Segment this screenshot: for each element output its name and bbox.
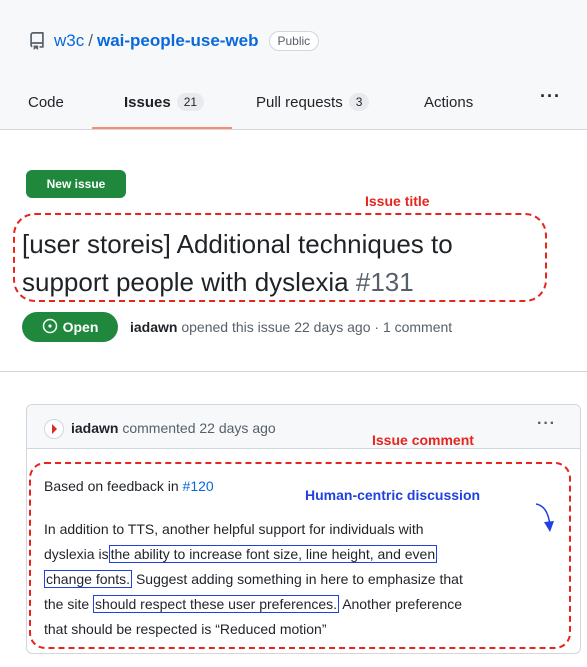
kebab-horizontal-icon[interactable]: ··· [537,415,556,433]
comment-feedback-text: Based on feedback in [44,478,179,494]
tab-code-label: Code [28,93,64,111]
issue-title-line2-wrap: support people with dyslexia #131 [22,263,552,301]
tab-issues[interactable]: Issues 21 [124,88,256,116]
issue-number: #131 [355,267,414,297]
visibility-badge: Public [268,31,320,51]
repo-header: w3c / wai-people-use-web Public Code Iss… [0,0,587,130]
active-tab-underline [92,127,232,129]
issue-meta-text: opened this issue 22 days ago · 1 commen… [181,319,453,335]
annotation-human-centric-label: Human-centric discussion [305,487,481,503]
new-issue-button[interactable]: New issue [26,170,126,198]
avatar-icon[interactable] [44,419,64,439]
issues-counter: 21 [176,93,205,111]
repo-name-link[interactable]: wai-people-use-web [97,31,259,51]
nav-more-button[interactable]: ··· [540,86,561,107]
tab-code[interactable]: Code [28,88,124,116]
issue-title-line2: support people with dyslexia [22,267,349,297]
issue-opened-icon [42,318,58,337]
comment-text-5: that should be respected is “Reduced mot… [44,621,327,637]
issue-title-line1: [user storeis] Additional techniques to [22,229,453,259]
tab-issues-label: Issues [124,93,171,111]
issue-state-label: Open [62,319,99,335]
comment-text-4a: the site [44,596,90,612]
comment-meta: commented 22 days ago [122,420,276,436]
repo-breadcrumb: w3c / wai-people-use-web Public [28,29,320,53]
curved-arrow-icon [535,503,554,532]
comment-paragraph-line5: that should be respected is “Reduced mot… [44,618,327,640]
repo-owner-link[interactable]: w3c [54,31,84,51]
comment-text-4b: Another preference [342,596,463,612]
highlight-box-3: should respect these user preferences. [93,595,340,613]
repo-icon [28,32,46,50]
repo-nav-tabs: Code Issues 21 Pull requests 3 Actions [28,88,524,116]
comment-paragraph-line3: change fonts. Suggest adding something i… [44,568,463,590]
comment-text-1: In addition to TTS, another helpful supp… [44,521,424,537]
annotation-issue-comment-label: Issue comment [372,432,474,448]
comment-paragraph-line2: dyslexia is the ability to increase font … [44,543,438,565]
repo-separator: / [88,31,93,50]
comment-author-link[interactable]: iadawn [71,420,118,436]
tab-actions[interactable]: Actions [424,88,524,116]
tab-pull-requests-label: Pull requests [256,93,343,111]
comment-paragraph-line1: In addition to TTS, another helpful supp… [44,518,424,540]
comment-author-line: iadawn commented 22 days ago [71,420,276,436]
annotation-issue-title-label: Issue title [365,193,430,209]
tab-actions-label: Actions [424,93,474,111]
issue-meta: iadawn opened this issue 22 days ago · 1… [130,319,452,335]
comment-text-2a: dyslexia is [44,546,109,562]
pull-requests-counter: 3 [348,93,370,111]
comment-paragraph-line4: the site should respect these user prefe… [44,593,462,615]
comment-text-3b: Suggest adding something in here to emph… [135,571,463,587]
issue-reference-link[interactable]: #120 [183,478,214,494]
highlight-box-2: change fonts. [44,570,133,588]
divider [0,371,587,372]
issue-state-badge: Open [22,312,118,342]
tab-pull-requests[interactable]: Pull requests 3 [256,88,424,116]
highlight-box-1: the ability to increase font size, line … [108,545,438,563]
comment-header: iadawn commented 22 days ago ··· [27,405,580,449]
comment-body-line1: Based on feedback in #120 [44,478,214,494]
issue-title: [user storeis] Additional techniques to … [22,225,552,301]
issue-author-link[interactable]: iadawn [130,319,177,335]
